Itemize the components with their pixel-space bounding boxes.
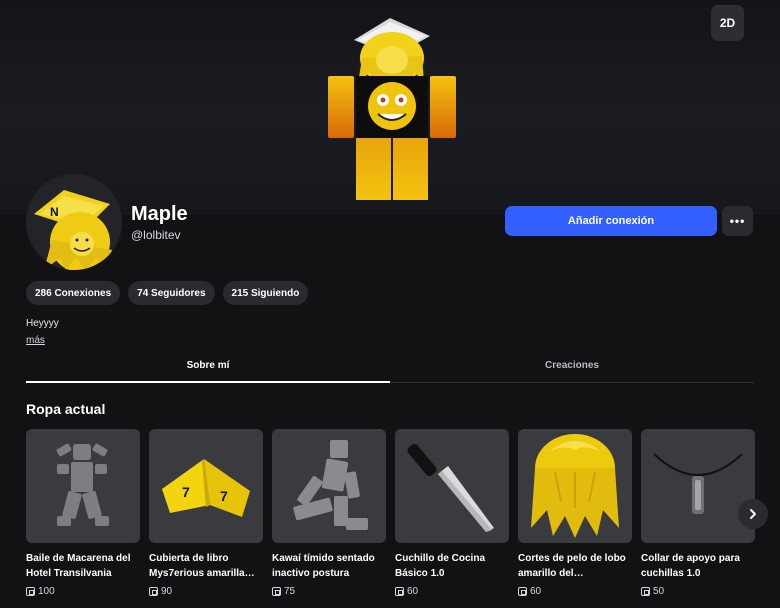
sitting-pose-figure-icon — [293, 440, 368, 530]
item-name: Kawaí tímido sentado inactivo postura — [272, 553, 375, 579]
yellow-book-hat-icon: 7 7 — [162, 459, 250, 517]
profile-tabs: Sobre mí Creaciones — [26, 348, 754, 383]
avatar-headshot-image: N — [26, 174, 122, 270]
item-name: Cubierta de libro Mys7erious amarilla… — [149, 553, 255, 579]
robux-icon — [26, 587, 35, 596]
username: @lolbitev — [131, 228, 181, 242]
item-price-value: 100 — [38, 586, 55, 597]
carousel-next-button[interactable] — [738, 499, 768, 529]
avatar-3d-render — [328, 18, 456, 200]
svg-text:N: N — [50, 205, 59, 219]
chevron-right-icon — [750, 509, 756, 519]
list-item[interactable]: Kawaí tímido sentado inactivo postura 75 — [272, 429, 386, 597]
item-thumbnail — [272, 429, 386, 543]
bio-text: Heyyyy — [26, 318, 59, 329]
robux-icon — [395, 587, 404, 596]
item-price: 50 — [641, 586, 755, 597]
robux-icon — [149, 587, 158, 596]
stats-row: 286 Conexiones 74 Seguidores 215 Siguien… — [26, 281, 309, 305]
item-price-value: 60 — [407, 586, 419, 597]
list-item[interactable]: Cortes de pelo de lobo amarillo del… 60 — [518, 429, 632, 597]
item-thumbnail — [518, 429, 632, 543]
display-name: Maple — [131, 203, 188, 225]
item-price: 90 — [149, 586, 263, 597]
wearing-items-list: Baile de Macarena del Hotel Transilvania… — [26, 429, 755, 597]
connections-count[interactable]: 286 Conexiones — [26, 281, 121, 305]
tab-about[interactable]: Sobre mí — [26, 348, 390, 383]
item-name: Cortes de pelo de lobo amarillo del… — [518, 553, 626, 579]
item-name: Cuchillo de Cocina Básico 1.0 — [395, 553, 486, 579]
svg-text:7: 7 — [220, 488, 228, 504]
svg-text:7: 7 — [182, 484, 190, 500]
item-price: 60 — [518, 586, 632, 597]
item-name: Baile de Macarena del Hotel Transilvania — [26, 553, 131, 579]
kitchen-knife-icon — [407, 443, 494, 532]
view-2d-toggle[interactable]: 2D — [711, 5, 744, 41]
bio-more-link[interactable]: más — [26, 335, 45, 346]
item-price: 60 — [395, 586, 509, 597]
item-price-value: 90 — [161, 586, 173, 597]
yellow-wolf-hair-icon — [531, 434, 619, 538]
dance-emote-figure-icon — [56, 443, 109, 526]
blade-necklace-icon — [653, 453, 743, 514]
robux-icon — [641, 587, 650, 596]
item-price: 100 — [26, 586, 140, 597]
item-price-value: 75 — [284, 586, 296, 597]
item-price-value: 60 — [530, 586, 542, 597]
avatar[interactable]: N — [26, 174, 122, 270]
item-thumbnail — [395, 429, 509, 543]
tab-creations[interactable]: Creaciones — [390, 348, 754, 382]
item-price: 75 — [272, 586, 386, 597]
more-options-button[interactable]: ••• — [722, 206, 753, 236]
item-thumbnail: 7 7 — [149, 429, 263, 543]
section-title-wearing: Ropa actual — [26, 401, 106, 417]
list-item[interactable]: Cuchillo de Cocina Básico 1.0 60 — [395, 429, 509, 597]
following-count[interactable]: 215 Siguiendo — [222, 281, 309, 305]
item-name: Collar de apoyo para cuchillas 1.0 — [641, 553, 740, 579]
add-connection-button[interactable]: Añadir conexión — [505, 206, 717, 236]
item-thumbnail — [26, 429, 140, 543]
list-item[interactable]: Baile de Macarena del Hotel Transilvania… — [26, 429, 140, 597]
list-item[interactable]: 7 7 Cubierta de libro Mys7erious amarill… — [149, 429, 263, 597]
item-price-value: 50 — [653, 586, 665, 597]
item-thumbnail — [641, 429, 755, 543]
followers-count[interactable]: 74 Seguidores — [128, 281, 215, 305]
robux-icon — [272, 587, 281, 596]
robux-icon — [518, 587, 527, 596]
